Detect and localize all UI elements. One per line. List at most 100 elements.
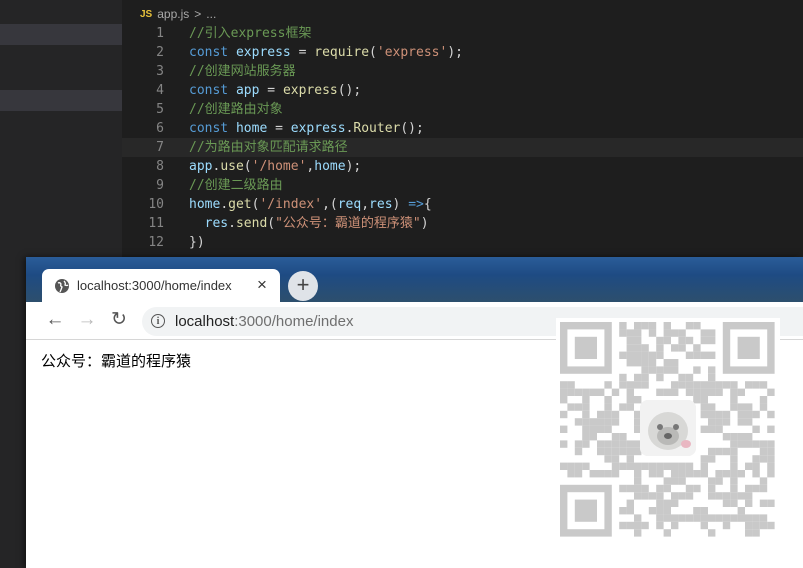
code-line[interactable]: 3 //创建网站服务器 [122,62,803,81]
breadcrumb: JS app.js > ... [140,5,216,23]
avatar [640,400,696,456]
code-text[interactable]: app.use('/home',home); [189,157,361,176]
code-token: => [408,197,424,212]
url-host: localhost [175,313,235,330]
close-icon[interactable]: × [252,275,272,295]
code-token: //为路由对象匹配请求路径 [189,140,348,155]
line-number: 8 [156,159,164,174]
code-line[interactable]: 2 const express = require('express'); [122,43,803,62]
line-number: 5 [156,102,164,117]
code-token: //创建路由对象 [189,102,283,117]
code-text[interactable]: home.get('/index',(req,res) =>{ [189,195,432,214]
code-token: = [259,83,283,98]
code-line[interactable]: 8 app.use('/home',home); [122,157,803,176]
code-token: "公众号：霸道的程序猿" [275,216,421,231]
reload-icon[interactable]: ↻ [107,309,131,333]
code-line[interactable]: 12}) [122,233,803,252]
browser-tab[interactable]: localhost:3000/home/index × [42,269,280,302]
code-token: //创建二级路由 [189,178,283,193]
line-number: 1 [156,26,164,41]
code-token: home [235,121,268,136]
code-token: express [235,45,291,60]
globe-icon [55,279,69,293]
code-token: ); [447,45,463,60]
page-content-text: 公众号：霸道的程序猿 [41,353,192,370]
code-text[interactable]: //创建二级路由 [189,176,283,195]
code-token: home [189,197,221,212]
line-number: 4 [156,83,164,98]
new-tab-button[interactable]: + [288,271,318,301]
address-url[interactable]: localhost:3000/home/index [175,313,353,330]
code-text[interactable]: const app = express(); [189,81,361,100]
code-text[interactable]: //引入express框架 [189,24,311,43]
code-token: 'express' [376,45,448,60]
code-token: req [337,197,362,212]
code-line[interactable]: 1 //引入express框架 [122,24,803,43]
code-token: res [369,197,393,212]
code-token: ( [243,159,252,174]
code-token: (); [337,83,362,98]
code-text[interactable]: const home = express.Router(); [189,119,424,138]
code-token: ( [267,216,276,231]
url-path: :3000/home/index [234,313,354,330]
code-token: express [282,83,338,98]
code-token: = [267,121,291,136]
code-token: res [204,216,229,231]
explorer-row-active[interactable] [0,90,122,111]
code-text[interactable]: //创建路由对象 [189,100,283,119]
line-number: 12 [148,235,164,250]
js-file-icon: JS [140,8,153,20]
code-line[interactable]: 7 //为路由对象匹配请求路径 [122,138,803,157]
code-token: { [423,197,432,212]
code-token: const [189,121,236,136]
code-token: }) [189,235,205,250]
code-token: Router [353,121,401,136]
code-token: '/index' [259,197,323,212]
code-line[interactable]: 9 //创建二级路由 [122,176,803,195]
code-token: use [220,159,244,174]
code-token: . [220,197,229,212]
code-token: ( [369,45,377,60]
code-token: home [314,159,346,174]
info-icon[interactable]: i [151,314,165,328]
code-line[interactable]: 6 const home = express.Router(); [122,119,803,138]
code-text[interactable]: const express = require('express'); [189,43,463,62]
code-token: '/home' [251,159,307,174]
tab-strip: localhost:3000/home/index × + [26,257,803,302]
code-token: //创建网站服务器 [189,64,296,79]
explorer-row-selected[interactable] [0,24,122,45]
line-number: 11 [148,216,164,231]
code-line[interactable]: 4 const app = express(); [122,81,803,100]
line-number: 2 [156,45,164,60]
code-token: = [290,45,315,60]
code-text[interactable]: res.send("公众号：霸道的程序猿") [189,214,429,233]
code-token: const [189,83,236,98]
code-token: get [228,197,252,212]
code-token: require [314,45,370,60]
line-number: 10 [148,197,164,212]
code-line[interactable]: 5 //创建路由对象 [122,100,803,119]
code-text[interactable]: //创建网站服务器 [189,62,296,81]
code-line[interactable]: 10 home.get('/index',(req,res) =>{ [122,195,803,214]
code-token: send [235,216,268,231]
back-icon[interactable]: ← [43,309,67,333]
line-number: 9 [156,178,164,193]
code-token: ); [345,159,362,174]
code-token: app [189,159,213,174]
line-number: 7 [156,140,164,155]
line-number: 6 [156,121,164,136]
breadcrumb-symbol[interactable]: ... [206,7,216,21]
code-text[interactable]: //为路由对象匹配请求路径 [189,138,348,157]
tab-title: localhost:3000/home/index [77,278,232,293]
line-number: 3 [156,64,164,79]
chevron-right-icon: > [194,7,202,21]
forward-icon[interactable]: → [75,309,99,333]
code-lines[interactable]: 1//引入express框架 2 const express = require('… [122,24,803,252]
code-token: //引入express框架 [189,26,312,41]
breadcrumb-file[interactable]: app.js [157,7,189,21]
code-line[interactable]: 11 res.send("公众号：霸道的程序猿") [122,214,803,233]
code-text[interactable]: }) [189,233,205,252]
code-token: app [235,83,260,98]
code-token: ) [392,197,409,212]
